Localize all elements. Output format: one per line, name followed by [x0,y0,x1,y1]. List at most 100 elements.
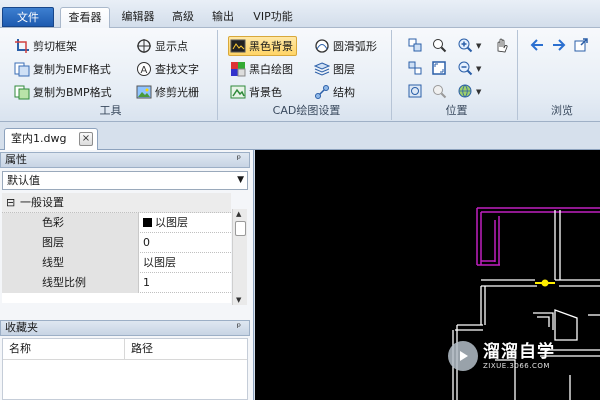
browse-group-label: 浏览 [551,104,573,117]
properties-pin-icon[interactable]: ᵖ [237,153,241,167]
zoom-out-dropdown-icon[interactable]: ▼ [476,65,481,73]
favorites-panel-header: 收藏夹 ᵖ [0,320,250,336]
favorites-pin-icon[interactable]: ᵖ [237,321,241,335]
monochrome-button[interactable]: 黑白绘图 [230,59,293,79]
watermark: 溜溜自学 ZIXUE.3066.COM [448,336,568,376]
show-points-label: 显示点 [155,40,188,53]
orbit-icon [458,84,472,98]
show-points-button[interactable]: 显示点 [136,36,188,56]
yellow-marker [535,279,555,287]
collapse-toggle-icon[interactable]: ⊟ [6,193,15,212]
hand-icon [497,38,508,53]
zoom-dynamic-button[interactable] [430,82,448,100]
open-external-icon [574,38,588,52]
monochrome-label: 黑白绘图 [249,63,293,76]
target-icon [136,38,152,54]
watermark-title: 溜溜自学 [483,342,555,362]
trim-raster-button[interactable]: 修剪光栅 [136,82,199,102]
copy-bmp-icon [14,84,30,100]
structure-button[interactable]: 结构 [314,82,355,102]
property-value: 0 [143,236,150,249]
property-value: 以图层 [141,213,188,232]
property-grid: ⊟ 一般设置 色彩 以图层 图层 0 线型 以图层 线型比例 1 [2,193,231,303]
properties-combo-value: 默认值 [7,174,40,187]
property-scrollbar[interactable]: ▲ ▼ [232,209,247,305]
previous-view-icon [408,61,422,75]
layers-button[interactable]: 图层 [314,59,355,79]
zoom-in-icon [458,38,473,53]
column-header-path[interactable]: 路径 [125,339,247,360]
black-background-button[interactable]: 黑色背景 [228,36,297,56]
pan-button[interactable] [492,36,510,54]
background-color-label: 背景色 [249,86,282,99]
column-header-name[interactable]: 名称 [3,339,125,360]
open-external-button[interactable] [572,36,590,54]
zoom-window-button[interactable] [430,36,448,54]
previous-view-button[interactable] [406,59,424,77]
rotate-button[interactable] [406,82,424,100]
background-color-icon [230,84,246,100]
close-tab-button[interactable]: × [79,132,93,146]
menu-tab-advanced[interactable]: 高级 [166,7,200,28]
zoom-window-icon [433,39,447,53]
smooth-arc-label: 圆滑弧形 [333,40,377,53]
property-category-row[interactable]: ⊟ 一般设置 [2,193,231,213]
property-row-linetype[interactable]: 线型 以图层 [2,253,231,273]
properties-combo[interactable]: 默认值 ▼ [2,171,248,190]
forward-button[interactable] [550,36,568,54]
black-background-label: 黑色背景 [249,40,293,53]
favorites-panel-title: 收藏夹 [5,321,38,334]
document-tab[interactable]: 室内1.dwg × [4,128,98,150]
menu-tab-output[interactable]: 输出 [206,7,240,28]
layers-label: 图层 [333,63,355,76]
property-value-text: 以图层 [155,216,188,229]
property-row-color[interactable]: 色彩 以图层 [2,213,231,233]
svg-text:A: A [141,65,148,76]
position-group-label: 位置 [445,104,468,117]
clip-frame-label: 剪切框架 [33,40,77,53]
zoom-out-button[interactable] [456,59,474,77]
properties-panel-title: 属性 [5,153,27,166]
menu-tab-editor[interactable]: 编辑器 [116,7,160,28]
fit-view-button[interactable] [406,36,424,54]
play-logo-icon [448,341,478,371]
clip-frame-button[interactable]: 剪切框架 [14,36,77,56]
orbit-button[interactable] [456,82,474,100]
smooth-arc-button[interactable]: 圆滑弧形 [314,36,377,56]
ribbon-group-tools: 剪切框架 复制为EMF格式 复制为BMP格式 显示点 A 查找文字 修剪光栅 工… [4,30,218,120]
document-tab-label: 室内1.dwg [11,132,67,145]
menu-tab-file[interactable]: 文件 [2,7,54,27]
favorites-list: 名称 路径 [2,338,248,400]
menu-tab-viewer[interactable]: 查看器 [60,7,110,29]
property-row-linetype-scale[interactable]: 线型比例 1 [2,273,231,293]
fullscreen-icon [432,61,446,75]
property-name: 图层 [2,233,139,253]
scroll-up-icon[interactable]: ▲ [236,210,241,218]
ribbon-group-position: ▼ ▼ ▼ 位置 [396,30,518,120]
copy-bmp-button[interactable]: 复制为BMP格式 [14,82,112,102]
find-text-button[interactable]: A 查找文字 [136,59,199,79]
orbit-dropdown-icon[interactable]: ▼ [476,88,481,96]
back-button[interactable] [528,36,546,54]
chevron-down-icon: ▼ [237,175,244,185]
copy-emf-icon [14,61,30,77]
menu-tab-vip[interactable]: VIP功能 [248,7,298,28]
scroll-thumb[interactable] [235,221,246,236]
zoom-in-button[interactable] [456,36,474,54]
copy-emf-button[interactable]: 复制为EMF格式 [14,59,111,79]
scroll-down-icon[interactable]: ▼ [236,296,241,304]
menu-bar: 文件 查看器 编辑器 高级 输出 VIP功能 [0,0,600,29]
property-row-layer[interactable]: 图层 0 [2,233,231,253]
arrow-right-icon [553,39,566,51]
rotate-icon [408,84,422,98]
background-color-button[interactable]: 背景色 [230,82,282,102]
zoom-in-dropdown-icon[interactable]: ▼ [476,42,481,50]
color-swatch-icon [143,218,152,227]
copy-bmp-label: 复制为BMP格式 [33,86,112,99]
fullscreen-button[interactable] [430,59,448,77]
ribbon: 剪切框架 复制为EMF格式 复制为BMP格式 显示点 A 查找文字 修剪光栅 工… [0,28,600,122]
find-text-label: 查找文字 [155,63,199,76]
raster-image-icon [136,84,152,100]
zoom-dynamic-icon [433,85,447,99]
document-tab-strip: 室内1.dwg × [0,122,600,150]
